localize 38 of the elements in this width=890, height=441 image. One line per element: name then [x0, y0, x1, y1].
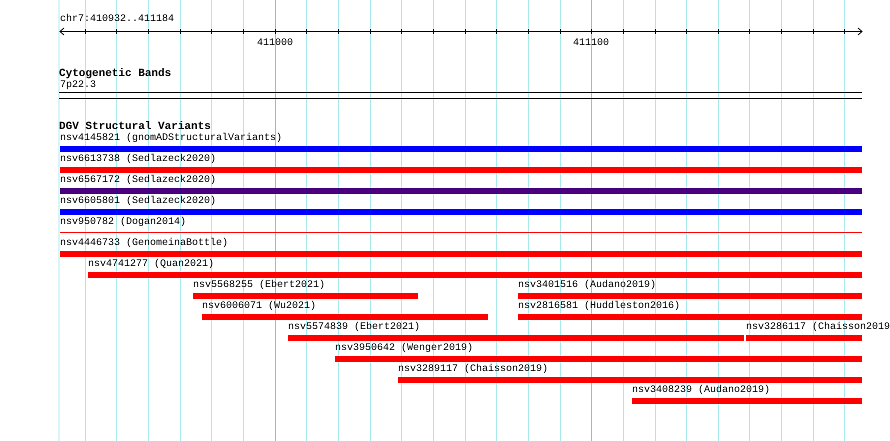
feature-label: nsv6605801 (Sedlazeck2020): [60, 196, 216, 208]
variant-bar[interactable]: [60, 251, 862, 257]
variant-bar[interactable]: [60, 188, 862, 194]
variant-bar[interactable]: [60, 209, 862, 215]
feature-label: nsv3408239 (Audano2019): [632, 385, 770, 397]
feature-label: nsv3401516 (Audano2019): [518, 280, 656, 292]
feature-label: nsv3289117 (Chaisson2019): [398, 364, 548, 376]
variant-bar[interactable]: [60, 167, 862, 173]
feature-label: nsv4741277 (Quan2021): [88, 259, 214, 271]
location-text: chr7:410932..411184: [60, 14, 176, 26]
variant-bar[interactable]: [335, 356, 862, 362]
variant-bar[interactable]: [518, 314, 862, 320]
tick-label: 411100: [573, 38, 609, 48]
variant-bar[interactable]: [518, 293, 862, 299]
variant-bar[interactable]: [193, 293, 418, 299]
feature-label: nsv6006071 (Wu2021): [202, 301, 316, 313]
variant-bar[interactable]: [632, 398, 862, 404]
feature-label: nsv4145821 (gnomADStructuralVariants): [60, 133, 282, 145]
feature-label: nsv2816581 (Huddleston2016): [518, 301, 680, 313]
feature-label: nsv6567172 (Sedlazeck2020): [60, 175, 216, 187]
variant-line[interactable]: [60, 232, 862, 233]
tick-label: 411000: [257, 38, 293, 48]
variant-bar[interactable]: [746, 335, 862, 341]
feature-label: nsv3950642 (Wenger2019): [335, 343, 474, 355]
variant-bar[interactable]: [202, 314, 488, 320]
feature-label: nsv3286117 (Chaisson2019: [746, 322, 890, 334]
feature-label: nsv4446733 (GenomeinaBottle): [60, 238, 228, 250]
feature-label: nsv950782 (Dogan2014): [60, 217, 186, 229]
variant-bar[interactable]: [398, 377, 862, 383]
variant-bar[interactable]: [60, 146, 862, 152]
feature-label: nsv6613738 (Sedlazeck2020): [60, 154, 216, 166]
feature-label: nsv5574839 (Ebert2021): [288, 322, 420, 334]
variant-bar[interactable]: [288, 335, 744, 341]
feature-label: nsv5568255 (Ebert2021): [193, 280, 326, 292]
variant-bar[interactable]: [88, 272, 862, 278]
band-label: 7p22.3: [60, 80, 98, 92]
track-title: DGV Structural Variants: [59, 121, 211, 133]
track-title: Cytogenetic Bands: [59, 68, 172, 80]
